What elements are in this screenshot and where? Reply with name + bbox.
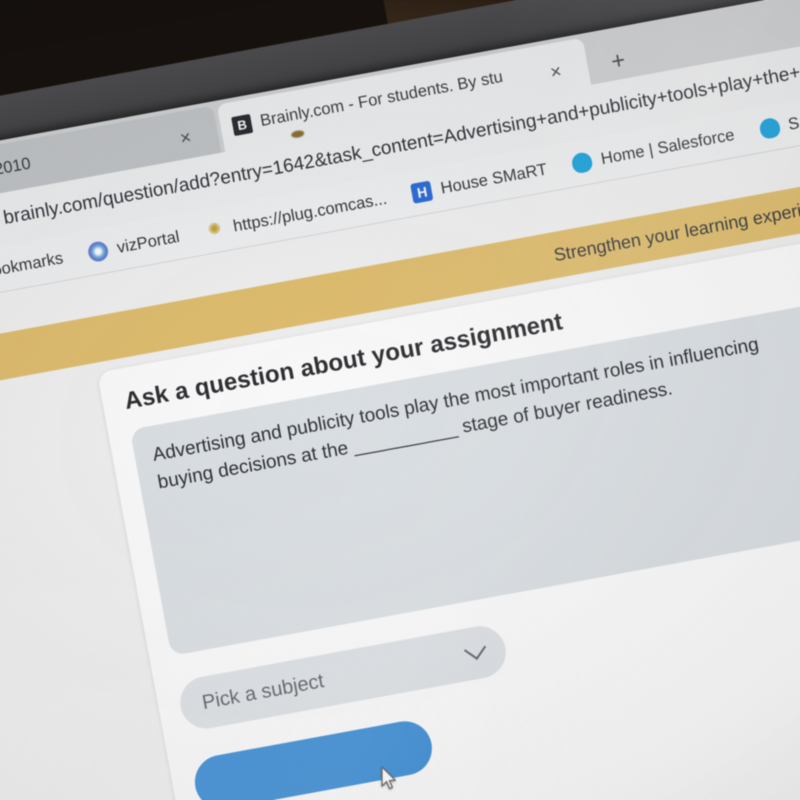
photo-of-screen: Here – 11081.202010 × B Brainly.com - Fo… xyxy=(0,0,800,800)
vizportal-icon xyxy=(86,239,111,264)
subject-placeholder: Pick a subject xyxy=(200,669,326,714)
brainly-favicon: B xyxy=(231,113,254,136)
bookmark-vizportal[interactable]: vizPortal xyxy=(86,227,181,264)
bookmark-label: vizPortal xyxy=(115,227,181,257)
question-text: Advertising and publicity tools play the… xyxy=(150,334,761,493)
question-textarea[interactable]: Advertising and publicity tools play the… xyxy=(129,303,800,657)
plug-icon: ✺ xyxy=(206,220,223,240)
mouse-pointer-icon xyxy=(381,766,396,790)
bookmark-label: House SMaRT xyxy=(439,159,549,198)
house-smart-icon: H xyxy=(410,180,434,204)
browser-window: Here – 11081.202010 × B Brainly.com - Fo… xyxy=(0,0,800,800)
new-tab-button[interactable]: + xyxy=(609,47,628,76)
salesforce-cloud-icon xyxy=(758,116,782,140)
chevron-down-icon xyxy=(463,637,487,660)
salesforce-cloud-icon xyxy=(570,151,595,175)
submit-button[interactable] xyxy=(190,716,437,800)
